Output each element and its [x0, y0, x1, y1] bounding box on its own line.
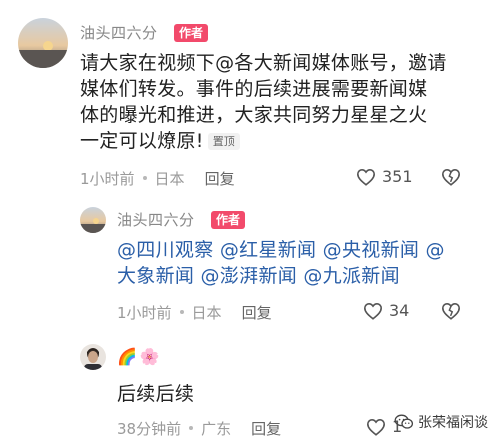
comment-time: 38分钟前	[117, 420, 182, 438]
reply-button[interactable]: 回复	[251, 418, 281, 439]
like-button[interactable]: 351	[356, 167, 413, 186]
reply-button[interactable]: 回复	[242, 302, 272, 323]
comment-text-line: 体的曝光和推进，大家共同努力星星之火	[80, 104, 428, 126]
broken-heart-icon[interactable]	[441, 168, 461, 186]
broken-heart-icon[interactable]	[441, 302, 461, 320]
author-name[interactable]: 油头四六分	[117, 209, 195, 230]
author-emoji-name[interactable]: 🌈🌸	[117, 347, 163, 366]
comment-meta: 38分钟前 广东 回复	[117, 418, 281, 439]
heart-outline-icon	[366, 418, 386, 436]
reply-button[interactable]: 回复	[205, 168, 235, 189]
avatar-author[interactable]	[80, 207, 106, 233]
heart-outline-icon	[356, 168, 376, 186]
comment-text-line: 媒体们转发。事件的后续进展需要新闻媒	[80, 78, 428, 100]
comment-text: 请大家在视频下@各大新闻媒体账号，邀请 媒体们转发。事件的后续进展需要新闻媒 体…	[80, 50, 480, 154]
comment-meta: 1小时前 日本 回复	[117, 302, 272, 323]
comment-time: 1小时前	[80, 170, 135, 188]
avatar-author[interactable]	[18, 18, 68, 68]
separator-dot	[189, 426, 194, 430]
watermark: 张荣福闲谈	[394, 412, 488, 432]
comment-location: 日本	[154, 170, 185, 188]
mention-line[interactable]: @四川观察 @红星新闻 @央视新闻 @	[117, 237, 489, 263]
comment-meta: 1小时前 日本 回复	[80, 168, 235, 189]
comment-text-line: 请大家在视频下@各大新闻媒体账号，邀请	[80, 52, 447, 74]
avatar-user[interactable]	[80, 344, 106, 370]
separator-dot	[179, 310, 184, 314]
separator-dot	[142, 176, 147, 180]
comment-text: @四川观察 @红星新闻 @央视新闻 @ 大象新闻 @澎湃新闻 @九派新闻	[117, 237, 489, 289]
comment-text-line: 一定可以燎原!	[80, 130, 204, 152]
heart-outline-icon	[363, 302, 383, 320]
comment-location: 广东	[201, 420, 232, 438]
wechat-icon	[394, 414, 414, 429]
comment-time: 1小时前	[117, 304, 172, 322]
author-badge: 作者	[174, 24, 209, 42]
comment-text: 后续后续	[117, 383, 195, 405]
like-count: 351	[382, 167, 413, 186]
watermark-text: 张荣福闲谈	[418, 415, 488, 431]
mention-line[interactable]: 大象新闻 @澎湃新闻 @九派新闻	[117, 263, 489, 289]
author-badge: 作者	[211, 211, 246, 229]
like-count: 34	[389, 301, 410, 320]
like-button[interactable]: 34	[363, 301, 409, 320]
pinned-badge: 置顶	[207, 133, 240, 150]
author-name[interactable]: 油头四六分	[80, 22, 158, 43]
comment-location: 日本	[191, 304, 222, 322]
